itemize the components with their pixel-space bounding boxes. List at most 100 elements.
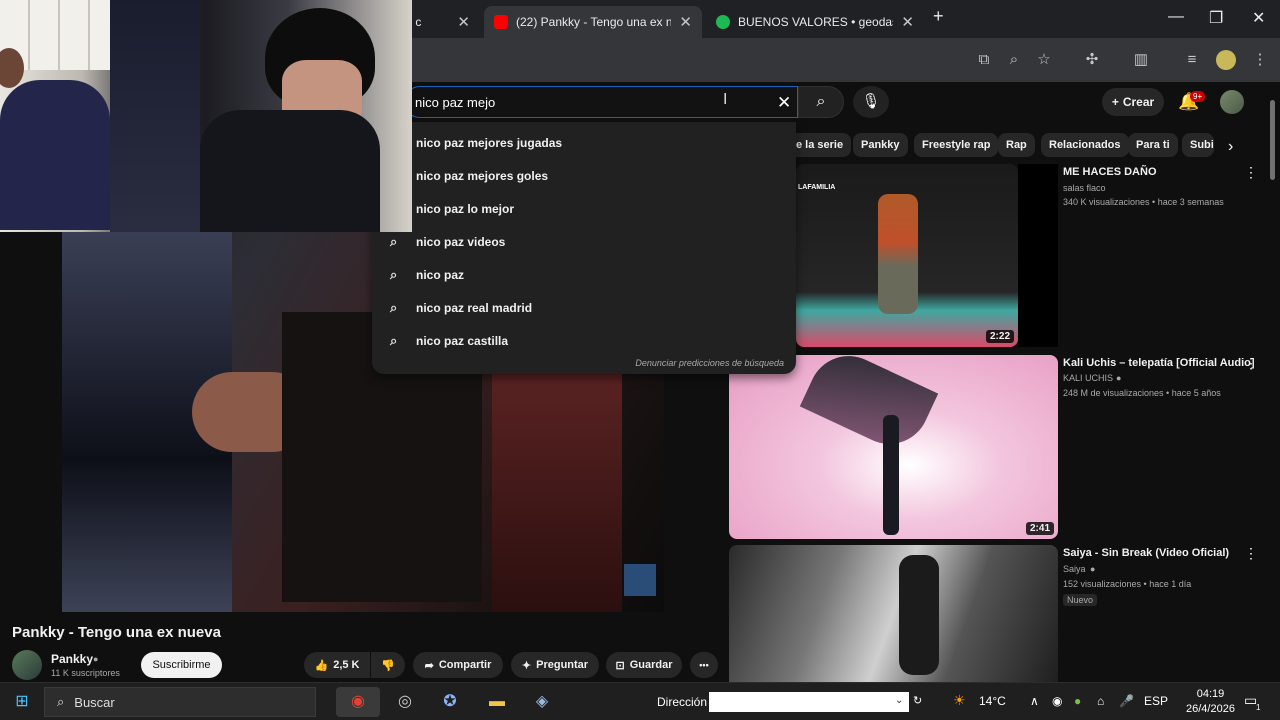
app-taskbar-icon[interactable]: ◈ [529,689,555,715]
close-window-button[interactable]: ✕ [1252,8,1265,28]
media-controls-icon[interactable]: ≡ [1182,50,1202,70]
scrollbar-thumb[interactable] [1270,100,1275,180]
subscriber-count: 11 K suscriptores [51,668,120,678]
tab-spotify[interactable]: BUENOS VALORES • geodash, S ✕ [706,6,924,38]
clock-time: 04:19 [1196,688,1225,700]
video-duration: 2:22 [985,330,1014,343]
tab-title: BUENOS VALORES • geodash, S [738,15,893,29]
chip-series[interactable]: e la serie [788,133,852,157]
suggestion-item[interactable]: ⌕ nico paz castilla [372,324,796,357]
chip-uploaded[interactable]: Subi [1182,133,1214,157]
tab-close-icon[interactable]: ✕ [679,13,692,31]
related-channel[interactable]: KALI UCHIS [1063,373,1113,383]
save-button[interactable]: ⊡ Guardar [606,652,682,678]
minimize-button[interactable]: — [1168,8,1184,26]
search-icon: ⌕ [390,299,398,315]
search-icon: ⌕ [390,233,398,249]
search-input[interactable]: nico paz mejo I ✕ [404,86,798,118]
bookmark-icon: ⊡ [615,659,625,672]
more-vert-icon[interactable]: ⋮ [1244,355,1258,372]
related-thumbnail[interactable]: 2:41 [729,355,1058,539]
create-button[interactable]: + Crear [1102,88,1164,116]
related-title[interactable]: Saiya - Sin Break (Video Oficial) [1063,547,1263,559]
report-predictions-link[interactable]: Denunciar predicciones de búsqueda [635,358,784,368]
page-scrollbar[interactable] [1268,96,1276,680]
weather-icon: ☀ [953,692,966,708]
related-thumbnail[interactable] [729,545,1058,682]
webcam-person-back [110,0,200,232]
search-icon: ⌕ [390,332,398,348]
more-vert-icon[interactable]: ⋮ [1244,545,1258,562]
chrome-taskbar-icon[interactable]: ◉ [336,687,380,717]
channel-name[interactable]: Pankky [51,652,93,666]
share-label: Compartir [438,659,492,671]
address-toolbar-input[interactable] [709,692,909,712]
suggestion-item[interactable]: ⌕nico paz mejores jugadas [372,126,796,159]
text-cursor-icon: I [723,91,728,108]
menu-icon[interactable]: ⋮ [1250,50,1270,70]
suggestion-text: nico paz real madrid [416,300,533,315]
app-tray-icon[interactable]: ● [1074,694,1081,708]
subscribe-button[interactable]: Suscribirme [141,652,222,678]
bookmark-star-icon[interactable]: ☆ [1034,50,1054,70]
suggestion-item[interactable]: ⌕nico paz mejores goles [372,159,796,192]
related-title[interactable]: ME HACES DAÑO [1063,166,1243,178]
language-indicator[interactable]: ESP [1144,694,1168,708]
tab-close-icon[interactable]: ✕ [901,13,914,31]
channel-avatar[interactable] [12,650,42,680]
profile-avatar[interactable] [1216,50,1236,70]
ask-button[interactable]: ✦ Preguntar [511,652,599,678]
reading-mode-icon[interactable]: ▥ [1131,50,1151,70]
related-channel[interactable]: Saiya [1063,564,1086,574]
related-channel[interactable]: salas flaco [1063,183,1106,193]
chevron-right-icon[interactable]: › [1228,138,1233,156]
clear-search-icon[interactable]: ✕ [777,93,791,113]
weather-temp[interactable]: 14°C [979,694,1006,708]
install-app-icon[interactable]: ⧉ [974,50,994,70]
related-meta: 340 K visualizaciones • hace 3 semanas [1063,197,1224,207]
windows-start-icon[interactable]: ⊞ [9,689,35,715]
chip-rap[interactable]: Rap [998,133,1035,157]
video-title: Pankky - Tengo una ex nueva [12,624,221,641]
suggestion-item[interactable]: ⌕ nico paz [372,258,796,291]
file-explorer-icon[interactable]: ▬ [484,689,510,715]
maximize-button[interactable]: ❐ [1209,8,1223,28]
network-icon[interactable]: ⌂ [1097,694,1104,708]
new-tab-button[interactable]: + [933,6,944,27]
chip-for-you[interactable]: Para ti [1128,133,1178,157]
related-thumbnail[interactable]: LAFAMILIA 2:22 [796,164,1018,347]
share-button[interactable]: ➦ Compartir [413,652,503,678]
related-title[interactable]: Kali Uchis – telepatía [Official Audio] [1063,357,1263,369]
chip-freestyle[interactable]: Freestyle rap [914,133,999,157]
tab-close-icon[interactable]: ✕ [457,13,470,31]
address-toolbar-label: Dirección [657,695,708,709]
steam-taskbar-icon[interactable]: ✪ [437,689,463,715]
dislike-button[interactable]: 👎 [371,652,405,678]
refresh-icon[interactable]: ↻ [913,694,922,707]
suggestion-item[interactable]: ⌕nico paz lo mejor [372,192,796,225]
voice-search-button[interactable]: 🎙 [853,86,889,118]
obs-taskbar-icon[interactable]: ◎ [392,689,418,715]
ask-label: Preguntar [536,659,589,671]
save-label: Guardar [629,659,673,671]
account-avatar[interactable] [1220,90,1244,114]
taskbar-clock[interactable]: 04:19 26/4/2026 [1186,687,1235,717]
microphone-icon[interactable]: 🎤 [1119,694,1134,708]
chip-related[interactable]: Relacionados [1041,133,1129,157]
search-button[interactable]: ⌕ [798,86,844,118]
suggestion-item[interactable]: ⌕ nico paz videos [372,225,796,258]
tab-pankky[interactable]: (22) Pankky - Tengo una ex nueva ✕ [484,6,702,38]
obs-tray-icon[interactable]: ◉ [1052,694,1062,708]
more-actions-button[interactable]: ••• [690,652,718,678]
plus-icon: + [1111,95,1119,109]
video-frame-right [492,372,622,612]
more-vert-icon[interactable]: ⋮ [1244,164,1258,181]
chip-pankky[interactable]: Pankky [853,133,908,157]
suggestion-item[interactable]: ⌕ nico paz real madrid [372,291,796,324]
chevron-down-icon[interactable]: ⌄ [895,695,903,706]
tray-overflow-icon[interactable]: ∧ [1030,694,1039,708]
like-button[interactable]: 👍 2,5 K [304,652,370,678]
extensions-icon[interactable]: ✣ [1082,50,1102,70]
zoom-icon[interactable]: ⌕ [1004,50,1024,70]
taskbar-search[interactable]: ⌕ Buscar [44,687,316,717]
